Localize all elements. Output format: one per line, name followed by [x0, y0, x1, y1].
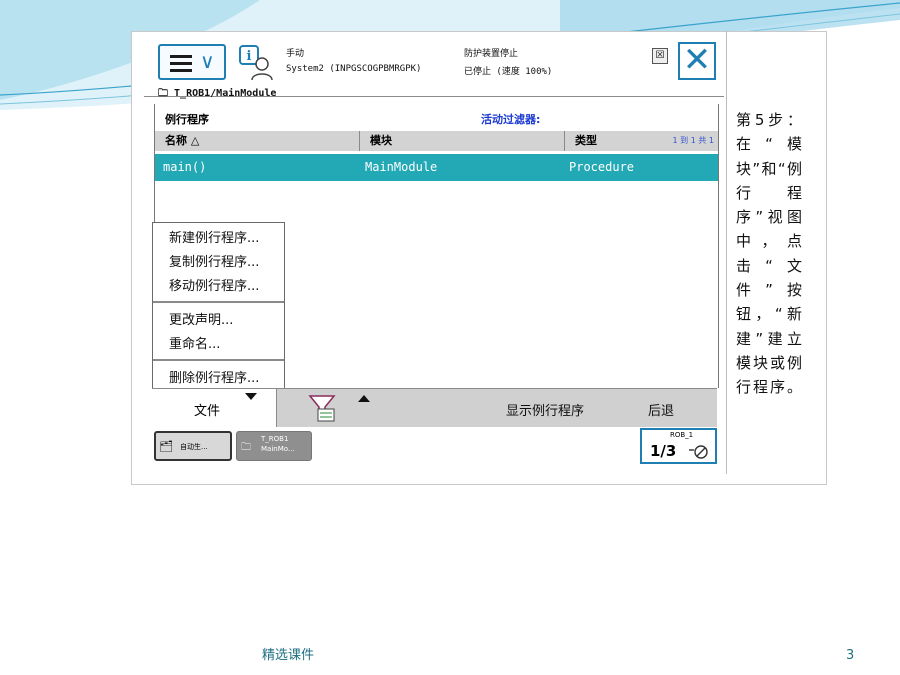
- file-popup-menu: 新建例行程序... 复制例行程序... 移动例行程序... 更改声明... 重命…: [152, 222, 285, 390]
- column-header-name[interactable]: 名称 △: [155, 131, 360, 151]
- auto-icon: 🗂: [159, 440, 173, 453]
- quickset-button[interactable]: ROB_1 1/3: [640, 428, 717, 464]
- task2-line1: T_ROB1: [261, 435, 289, 443]
- increment-fraction: 1/3: [650, 442, 677, 460]
- speed-icon: [689, 445, 708, 459]
- rob-label: ROB_1: [670, 431, 694, 439]
- cell-name: main(): [163, 160, 207, 174]
- breadcrumb: 🗀 T_ROB1/MainModule: [158, 88, 277, 99]
- menu-item-rename[interactable]: 重命名...: [169, 333, 220, 352]
- column-header-type[interactable]: 类型 1 到 1 共 1: [565, 131, 718, 151]
- safety-status: 防护装置停止: [464, 49, 519, 59]
- menu-open-indicator-icon: [245, 393, 257, 400]
- cell-type: Procedure: [569, 160, 635, 174]
- close-button[interactable]: ✕: [678, 42, 716, 80]
- footer-text: 精选课件: [262, 648, 315, 663]
- paging-indicator: 1 到 1 共 1: [672, 136, 714, 145]
- info-user-icon[interactable]: i: [238, 44, 274, 82]
- cell-module: MainModule: [365, 160, 438, 174]
- mode-status: 手动: [286, 49, 305, 59]
- menu-item-move-routine[interactable]: 移动例行程序...: [169, 275, 259, 294]
- chevron-down-icon: ∨: [200, 49, 215, 73]
- hotedit-icon[interactable]: ☒: [652, 48, 668, 64]
- table-row[interactable]: main() MainModule Procedure: [155, 154, 718, 181]
- hamburger-icon: [170, 55, 192, 76]
- system-status: System2 (INPGSCOGPBMRGPK): [286, 64, 422, 74]
- file-button-label: 文件: [194, 404, 221, 419]
- file-button[interactable]: 文件: [152, 389, 277, 427]
- menu-item-change-declaration[interactable]: 更改声明...: [169, 309, 233, 328]
- main-menu-button[interactable]: ∨: [158, 44, 226, 80]
- run-status: 已停止 (速度 100%): [464, 67, 553, 77]
- active-filter-label[interactable]: 活动过滤器:: [481, 111, 540, 127]
- flexpendant-screen: ∨ i 手动 System2 (INPGSCOGPBMRGPK) 防护装置停止 …: [144, 34, 724, 474]
- menu-divider: [153, 359, 284, 361]
- menu-item-copy-routine[interactable]: 复制例行程序...: [169, 251, 259, 270]
- menu-divider: [153, 301, 284, 303]
- page-number: 3: [846, 648, 855, 663]
- column-header-module[interactable]: 模块: [360, 131, 565, 151]
- taskbar: 🗂 自动生... 🗀 T_ROB1 MainMo... ROB_1 1/3: [154, 428, 717, 468]
- editor-icon: 🗀: [241, 442, 251, 453]
- back-button[interactable]: 后退: [648, 400, 674, 419]
- show-routine-button[interactable]: 显示例行程序: [506, 400, 584, 419]
- column-header-type-label: 类型: [575, 134, 597, 147]
- menu-item-delete-routine[interactable]: 删除例行程序...: [169, 367, 259, 386]
- module-icon: 🗀: [158, 88, 168, 99]
- task1-label: 自动生...: [180, 443, 208, 451]
- task-auto-production[interactable]: 🗂 自动生...: [154, 431, 232, 461]
- panel-title: 例行程序: [165, 113, 209, 126]
- filter-icon[interactable]: [308, 393, 336, 423]
- step-description: 第5步：在“模块”和“例行程序”视图中，点击“文件”按钮，“新建”建立模块或例行…: [736, 111, 802, 397]
- menu-up-icon[interactable]: [358, 395, 370, 402]
- task2-line2: MainMo...: [261, 445, 295, 453]
- bottom-command-bar: 文件 显示例行程序 后退: [152, 388, 717, 427]
- menu-item-new-routine[interactable]: 新建例行程序...: [169, 227, 259, 246]
- frame-divider: [726, 31, 727, 474]
- svg-text:i: i: [247, 49, 252, 64]
- task-program-editor[interactable]: 🗀 T_ROB1 MainMo...: [236, 431, 312, 461]
